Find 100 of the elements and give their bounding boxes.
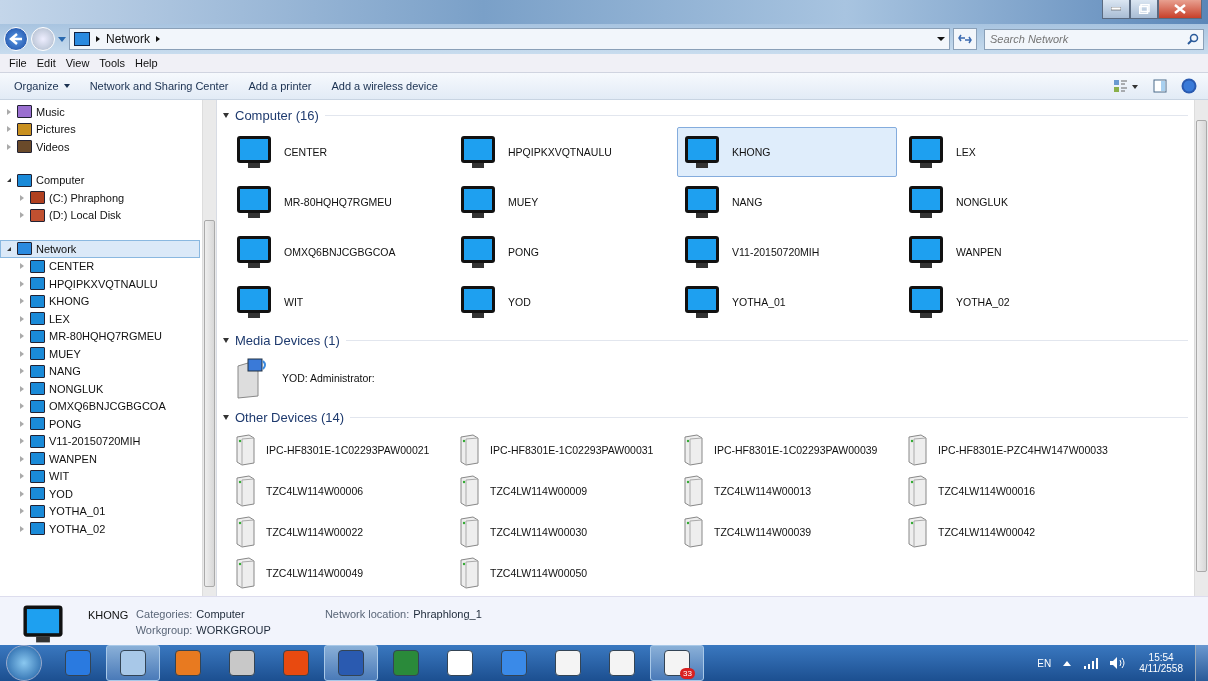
- host-item[interactable]: OMXQ6BNJCGBGCOA: [229, 227, 449, 277]
- host-item[interactable]: LEX: [901, 127, 1121, 177]
- host-item[interactable]: YOTHA_01: [677, 277, 897, 327]
- tree-item[interactable]: HPQIPKXVQTNAULU: [13, 275, 200, 293]
- back-button[interactable]: [4, 27, 28, 51]
- start-button[interactable]: [6, 645, 42, 681]
- taskbar-button[interactable]: [324, 645, 378, 681]
- volume-icon[interactable]: [1109, 656, 1126, 670]
- tree-item[interactable]: WANPEN: [13, 450, 200, 468]
- menu-item[interactable]: Tools: [94, 57, 131, 69]
- device-item[interactable]: TZC4LW114W00049: [229, 552, 449, 593]
- group-toggle-icon[interactable]: [223, 112, 229, 118]
- breadcrumb[interactable]: Network: [106, 32, 150, 46]
- group-toggle-icon[interactable]: [223, 414, 229, 420]
- tree-item[interactable]: Computer: [0, 171, 200, 189]
- scrollbar[interactable]: [1194, 100, 1208, 596]
- toolbar-button[interactable]: Organize: [4, 77, 80, 95]
- menu-item[interactable]: File: [4, 57, 32, 69]
- device-item[interactable]: TZC4LW114W00022: [229, 511, 449, 552]
- field-value: WORKGROUP: [196, 624, 271, 638]
- toolbar-button[interactable]: Add a printer: [238, 77, 322, 95]
- tree-item[interactable]: YOTHA_01: [13, 502, 200, 520]
- media-item[interactable]: YOD: Administrator:: [229, 352, 449, 404]
- device-item[interactable]: TZC4LW114W00013: [677, 470, 897, 511]
- host-item[interactable]: KHONG: [677, 127, 897, 177]
- tree-item[interactable]: (C:) Phraphong: [13, 189, 200, 207]
- device-item[interactable]: TZC4LW114W00006: [229, 470, 449, 511]
- device-item[interactable]: IPC-HF8301E-1C02293PAW00039: [677, 429, 897, 470]
- device-item[interactable]: TZC4LW114W00050: [453, 552, 673, 593]
- close-icon: [1174, 4, 1186, 14]
- tree-item[interactable]: OMXQ6BNJCGBGCOA: [13, 397, 200, 415]
- menu-item[interactable]: View: [60, 57, 95, 69]
- tree-item[interactable]: NONGLUK: [13, 380, 200, 398]
- device-tower-icon: [234, 556, 256, 589]
- host-item[interactable]: V11-20150720MIH: [677, 227, 897, 277]
- toolbar-button[interactable]: Network and Sharing Center: [79, 77, 239, 95]
- tree-item[interactable]: KHONG: [13, 292, 200, 310]
- address-bar[interactable]: Network: [69, 28, 950, 50]
- host-item[interactable]: CENTER: [229, 127, 449, 177]
- host-item[interactable]: YOTHA_02: [901, 277, 1121, 327]
- tree-item[interactable]: NANG: [13, 362, 200, 380]
- host-item[interactable]: MR-80HQHQ7RGMEU: [229, 177, 449, 227]
- menu-item[interactable]: Edit: [31, 57, 61, 69]
- tree-item[interactable]: V11-20150720MIH: [13, 432, 200, 450]
- device-item[interactable]: TZC4LW114W00030: [453, 511, 673, 552]
- taskbar-button[interactable]: [106, 645, 160, 681]
- device-tower-icon: [906, 515, 928, 548]
- tree-item[interactable]: Videos: [0, 138, 200, 156]
- refresh-arrows-icon: [958, 33, 972, 45]
- device-item[interactable]: TZC4LW114W00042: [901, 511, 1121, 552]
- tree-item[interactable]: CENTER: [13, 257, 200, 275]
- toolbar-button[interactable]: Add a wireless device: [321, 77, 448, 95]
- tree-item[interactable]: (D:) Local Disk: [13, 206, 200, 224]
- tree-item[interactable]: YOD: [13, 485, 200, 503]
- host-item[interactable]: NANG: [677, 177, 897, 227]
- maximize-button[interactable]: [1130, 0, 1158, 19]
- search-field[interactable]: Search Network: [984, 28, 1204, 50]
- signal-icon[interactable]: [1083, 657, 1100, 669]
- show-hidden-icons-icon[interactable]: [1063, 660, 1072, 666]
- host-item[interactable]: NONGLUK: [901, 177, 1121, 227]
- clock-time[interactable]: 15:54: [1148, 652, 1174, 663]
- tree-item[interactable]: LEX: [13, 310, 200, 328]
- minimize-button[interactable]: [1102, 0, 1130, 19]
- tree-item[interactable]: Music: [0, 103, 200, 121]
- computer-icon: [30, 329, 45, 343]
- host-item[interactable]: HPQIPKXVQTNAULU: [453, 127, 673, 177]
- dropdown-arrow-icon[interactable]: [937, 37, 945, 41]
- host-item[interactable]: MUEY: [453, 177, 673, 227]
- device-tower-icon: [458, 556, 480, 589]
- taskbar-button[interactable]: 33: [650, 645, 704, 681]
- close-button[interactable]: [1158, 0, 1202, 19]
- tree-item[interactable]: MUEY: [13, 345, 200, 363]
- language-indicator[interactable]: EN: [1037, 657, 1052, 669]
- clock-date[interactable]: 4/11/2558: [1139, 663, 1183, 674]
- host-item[interactable]: WIT: [229, 277, 449, 327]
- show-desktop-button[interactable]: [1195, 645, 1208, 681]
- minimize-icon: [1111, 7, 1121, 11]
- device-item[interactable]: IPC-HF8301E-PZC4HW147W00033: [901, 429, 1121, 470]
- tree-item[interactable]: WIT: [13, 467, 200, 485]
- device-item[interactable]: IPC-HF8301E-1C02293PAW00031: [453, 429, 673, 470]
- tree-item[interactable]: YOTHA_02: [13, 520, 200, 538]
- item-name: KHONG: [88, 608, 129, 621]
- chevron-icon[interactable]: [156, 36, 160, 42]
- scrollbar[interactable]: [202, 100, 216, 596]
- group-toggle-icon[interactable]: [223, 337, 229, 343]
- tree-item[interactable]: Pictures: [0, 120, 200, 138]
- host-item[interactable]: WANPEN: [901, 227, 1121, 277]
- tree-item[interactable]: MR-80HQHQ7RGMEU: [13, 327, 200, 345]
- device-item[interactable]: TZC4LW114W00039: [677, 511, 897, 552]
- chevron-icon[interactable]: [96, 36, 100, 42]
- device-tower-icon: [682, 474, 704, 507]
- menu-item[interactable]: Help: [130, 57, 163, 69]
- host-item[interactable]: YOD: [453, 277, 673, 327]
- tree-item[interactable]: PONG: [13, 415, 200, 433]
- device-item[interactable]: IPC-HF8301E-1C02293PAW00021: [229, 429, 449, 470]
- refresh-button[interactable]: [953, 28, 977, 50]
- tree-item[interactable]: Network: [0, 240, 200, 258]
- host-item[interactable]: PONG: [453, 227, 673, 277]
- device-item[interactable]: TZC4LW114W00016: [901, 470, 1121, 511]
- device-item[interactable]: TZC4LW114W00009: [453, 470, 673, 511]
